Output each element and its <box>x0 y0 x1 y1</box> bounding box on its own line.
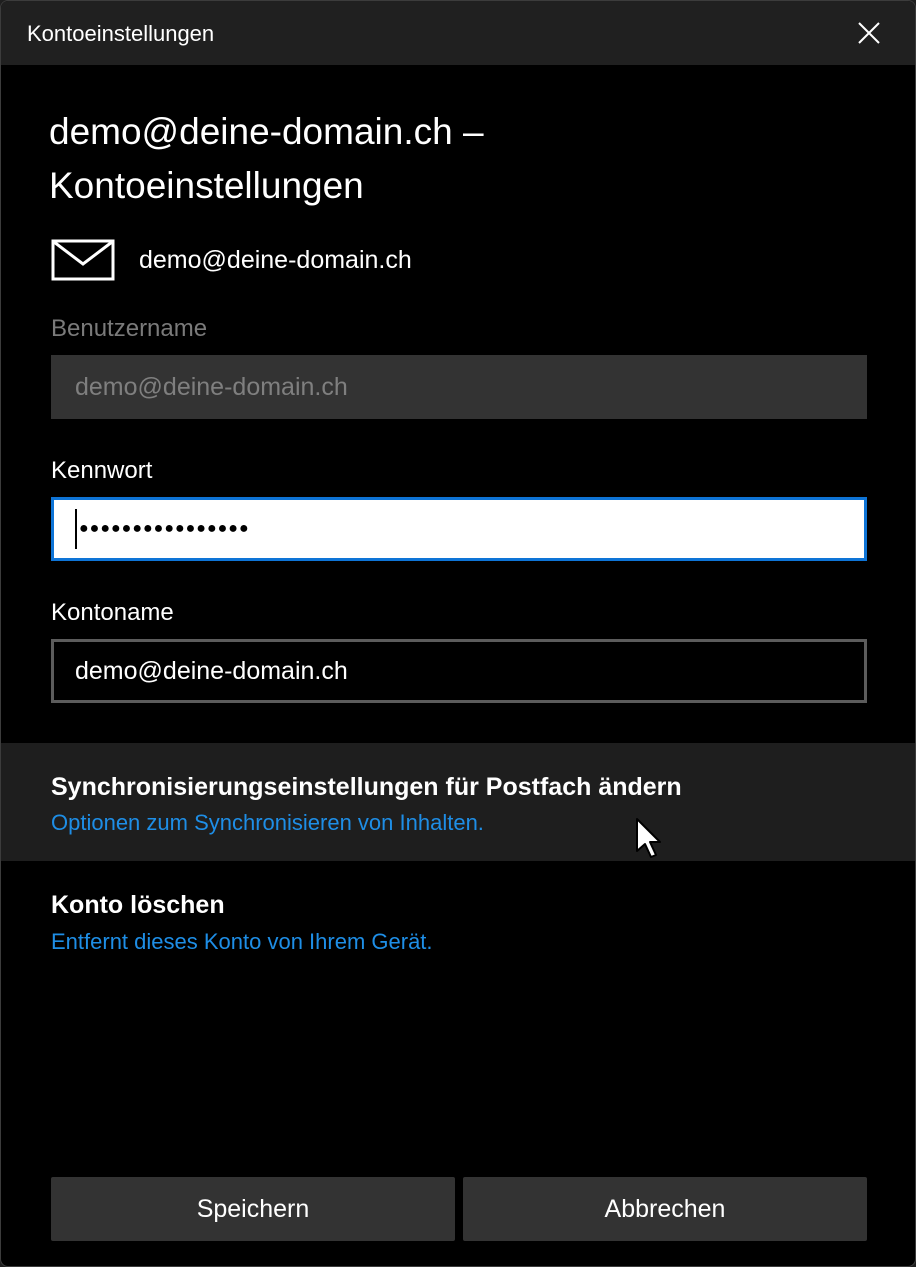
username-field: demo@deine-domain.ch <box>51 355 867 419</box>
account-settings-dialog: Kontoeinstellungen demo@deine-domain.ch … <box>0 0 916 1267</box>
password-label: Kennwort <box>51 457 153 484</box>
title-bar: Kontoeinstellungen <box>1 1 915 65</box>
sync-settings-link[interactable]: Optionen zum Synchronisieren von Inhalte… <box>51 810 484 836</box>
account-name-value: demo@deine-domain.ch <box>75 656 348 685</box>
sync-settings-title: Synchronisierungseinstellungen für Postf… <box>51 773 682 801</box>
username-label: Benutzername <box>51 315 208 342</box>
close-icon <box>858 22 880 44</box>
password-field[interactable]: ●●●●●●●●●●●●●●●● <box>51 497 867 561</box>
save-button[interactable]: Speichern <box>51 1177 455 1241</box>
delete-account-link[interactable]: Entfernt dieses Konto von Ihrem Gerät. <box>51 929 433 955</box>
account-summary: demo@deine-domain.ch <box>51 237 412 283</box>
delete-account-title: Konto löschen <box>51 891 225 919</box>
username-value: demo@deine-domain.ch <box>75 372 348 401</box>
password-masked-value: ●●●●●●●●●●●●●●●● <box>79 520 250 537</box>
account-name-field[interactable]: demo@deine-domain.ch <box>51 639 867 703</box>
page-title: demo@deine-domain.ch – Kontoeinstellunge… <box>49 111 484 206</box>
text-caret <box>75 509 77 549</box>
window-title: Kontoeinstellungen <box>27 21 215 46</box>
mail-icon <box>51 239 115 281</box>
cancel-button[interactable]: Abbrechen <box>463 1177 867 1241</box>
account-email: demo@deine-domain.ch <box>139 245 412 274</box>
account-name-label: Kontoname <box>51 599 174 626</box>
sync-settings-option[interactable]: Synchronisierungseinstellungen für Postf… <box>1 743 915 861</box>
delete-account-option[interactable]: Konto löschen Entfernt dieses Konto von … <box>1 861 915 979</box>
close-button[interactable] <box>823 1 915 65</box>
mouse-pointer-icon <box>636 818 661 858</box>
